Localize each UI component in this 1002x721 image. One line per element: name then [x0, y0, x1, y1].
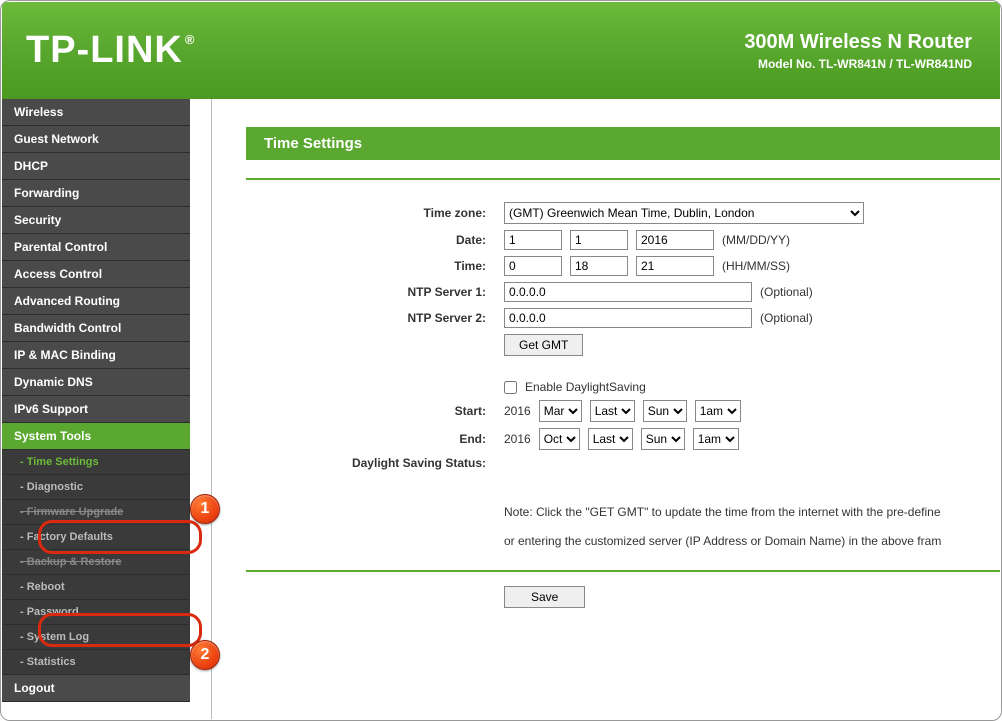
nav-sub-system-log[interactable]: - System Log: [2, 625, 190, 650]
date-year-input[interactable]: [636, 230, 714, 250]
time-second-input[interactable]: [636, 256, 714, 276]
nav-item-ip-mac-binding[interactable]: IP & MAC Binding: [2, 342, 190, 369]
header-info: 300M Wireless N Router Model No. TL-WR84…: [744, 31, 972, 71]
nav-item-bandwidth-control[interactable]: Bandwidth Control: [2, 315, 190, 342]
ntp2-input[interactable]: [504, 308, 752, 328]
nav-item-system-tools[interactable]: System Tools: [2, 423, 190, 450]
header: TP-LINK® 300M Wireless N Router Model No…: [2, 2, 1000, 99]
timezone-select[interactable]: (GMT) Greenwich Mean Time, Dublin, Londo…: [504, 202, 864, 224]
start-hour-select[interactable]: 1am: [695, 400, 741, 422]
sidebar: WirelessGuest NetworkDHCPForwardingSecur…: [2, 99, 190, 702]
end-label: End:: [246, 432, 504, 446]
start-label: Start:: [246, 404, 504, 418]
nav-item-logout[interactable]: Logout: [2, 675, 190, 702]
ntp1-input[interactable]: [504, 282, 752, 302]
start-year: 2016: [504, 404, 531, 418]
nav-sub-time-settings[interactable]: - Time Settings: [2, 450, 190, 475]
start-week-select[interactable]: Last: [590, 400, 635, 422]
nav-sub-factory-defaults[interactable]: - Factory Defaults: [2, 525, 190, 550]
dss-label: Daylight Saving Status:: [246, 456, 504, 470]
nav-item-dynamic-dns[interactable]: Dynamic DNS: [2, 369, 190, 396]
end-hour-select[interactable]: 1am: [693, 428, 739, 450]
date-label: Date:: [246, 233, 504, 247]
ntp2-hint: (Optional): [760, 311, 813, 325]
timezone-label: Time zone:: [246, 206, 504, 220]
daylight-label: Enable DaylightSaving: [525, 380, 646, 394]
date-day-input[interactable]: [570, 230, 628, 250]
nav-item-forwarding[interactable]: Forwarding: [2, 180, 190, 207]
ntp1-label: NTP Server 1:: [246, 285, 504, 299]
note-line-2: or entering the customized server (IP Ad…: [504, 527, 1000, 556]
sidebar-scroll[interactable]: WirelessGuest NetworkDHCPForwardingSecur…: [2, 99, 212, 719]
get-gmt-button[interactable]: Get GMT: [504, 334, 583, 356]
panel-title: Time Settings: [246, 127, 1000, 160]
main-panel: Time Settings Time zone: (GMT) Greenwich…: [212, 99, 1000, 719]
nav-item-security[interactable]: Security: [2, 207, 190, 234]
annotation-badge-1: 1: [190, 494, 220, 524]
nav-sub-firmware-upgrade[interactable]: - Firmware Upgrade: [2, 500, 190, 525]
divider: [246, 570, 1000, 572]
time-label: Time:: [246, 259, 504, 273]
nav-sub-reboot[interactable]: - Reboot: [2, 575, 190, 600]
date-hint: (MM/DD/YY): [722, 233, 790, 247]
end-week-select[interactable]: Last: [588, 428, 633, 450]
ntp1-hint: (Optional): [760, 285, 813, 299]
nav-sub-password[interactable]: - Password: [2, 600, 190, 625]
logo-text: TP-LINK: [26, 29, 183, 72]
save-button[interactable]: Save: [504, 586, 585, 608]
nav-item-ipv6-support[interactable]: IPv6 Support: [2, 396, 190, 423]
end-day-select[interactable]: Sun: [641, 428, 685, 450]
note-line-1: Note: Click the "GET GMT" to update the …: [504, 498, 1000, 527]
end-month-select[interactable]: Oct: [539, 428, 580, 450]
product-title: 300M Wireless N Router: [744, 31, 972, 54]
nav-item-dhcp[interactable]: DHCP: [2, 153, 190, 180]
registered-icon: ®: [185, 32, 196, 47]
nav-sub-backup-restore[interactable]: - Backup & Restore: [2, 550, 190, 575]
time-minute-input[interactable]: [570, 256, 628, 276]
nav-item-parental-control[interactable]: Parental Control: [2, 234, 190, 261]
time-hint: (HH/MM/SS): [722, 259, 790, 273]
nav-item-advanced-routing[interactable]: Advanced Routing: [2, 288, 190, 315]
ntp2-label: NTP Server 2:: [246, 311, 504, 325]
daylight-checkbox[interactable]: [504, 381, 517, 394]
logo: TP-LINK®: [26, 29, 193, 72]
end-year: 2016: [504, 432, 531, 446]
time-hour-input[interactable]: [504, 256, 562, 276]
product-model: Model No. TL-WR841N / TL-WR841ND: [744, 57, 972, 71]
start-day-select[interactable]: Sun: [643, 400, 687, 422]
nav-sub-statistics[interactable]: - Statistics: [2, 650, 190, 675]
nav-item-wireless[interactable]: Wireless: [2, 99, 190, 126]
divider: [246, 178, 1000, 180]
date-month-input[interactable]: [504, 230, 562, 250]
start-month-select[interactable]: Mar: [539, 400, 582, 422]
annotation-badge-2: 2: [190, 640, 220, 670]
nav-sub-diagnostic[interactable]: - Diagnostic: [2, 475, 190, 500]
nav-item-guest-network[interactable]: Guest Network: [2, 126, 190, 153]
nav-item-access-control[interactable]: Access Control: [2, 261, 190, 288]
